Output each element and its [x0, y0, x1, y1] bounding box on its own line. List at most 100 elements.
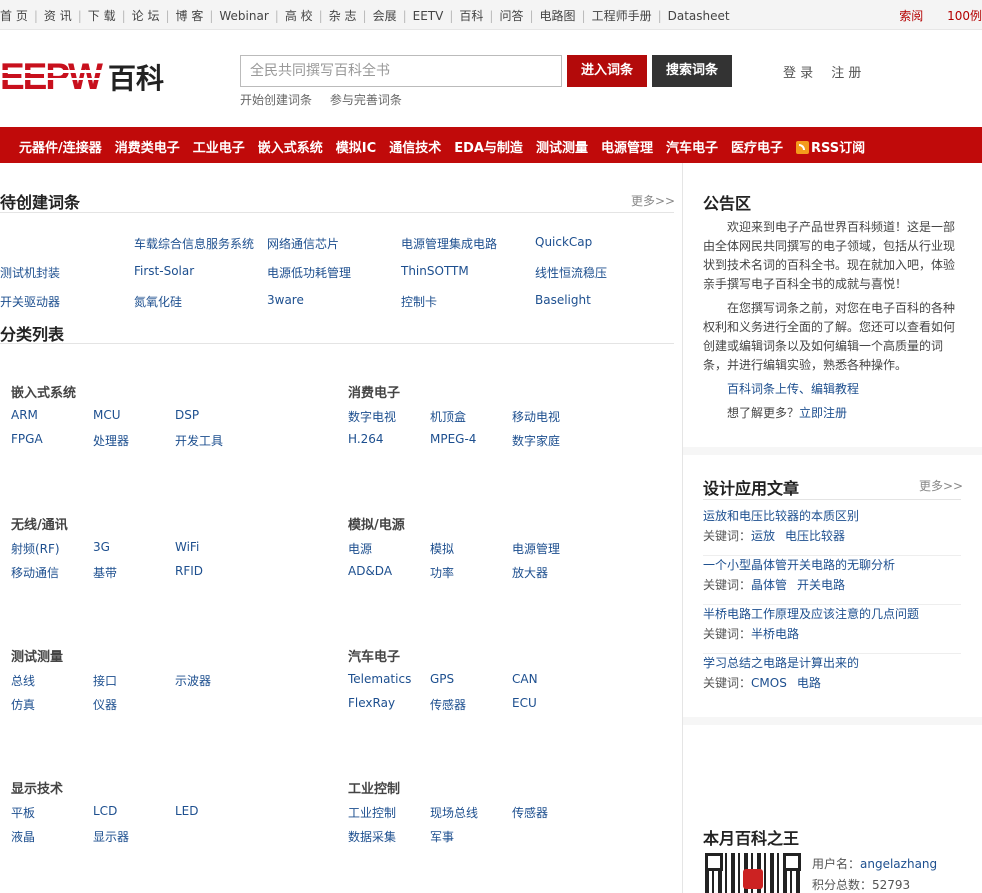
category-tag-link[interactable]: LCD	[93, 804, 117, 818]
category-tag-link[interactable]: 移动电视	[512, 408, 560, 425]
login-link[interactable]: 登 录	[783, 66, 813, 81]
search-input[interactable]	[240, 55, 562, 87]
category-tag-link[interactable]: 放大器	[512, 564, 548, 581]
category-tag-link[interactable]: AD&DA	[348, 564, 392, 578]
category-tag-link[interactable]: FPGA	[11, 432, 43, 446]
keyword-link[interactable]: 电压比较器	[785, 529, 845, 543]
category-tag-link[interactable]: 仪器	[93, 696, 117, 713]
category-tag-link[interactable]: 显示器	[93, 828, 129, 845]
articles-more-link[interactable]: 更多>>	[919, 477, 963, 494]
king-user-link[interactable]: angelazhang	[860, 857, 937, 871]
category-tag-link[interactable]: 射频(RF)	[11, 540, 60, 557]
keyword-link[interactable]: 电路	[797, 676, 821, 690]
category-tag-link[interactable]: H.264	[348, 432, 384, 446]
register-now-link[interactable]: 立即注册	[799, 406, 847, 420]
category-tag-link[interactable]: 机顶盒	[430, 408, 466, 425]
category-tag-link[interactable]: RFID	[175, 564, 203, 578]
top-nav-link[interactable]: 资 讯	[44, 9, 72, 23]
top-nav-link[interactable]: 百科	[459, 9, 483, 23]
category-link[interactable]: 嵌入式系统	[258, 141, 323, 156]
top-nav-link[interactable]: 博 客	[176, 9, 204, 23]
category-tag-link[interactable]: 3G	[93, 540, 110, 554]
top-nav-link[interactable]: 首 页	[0, 9, 28, 23]
keyword-link[interactable]: 运放	[751, 529, 775, 543]
category-tag-link[interactable]: 基带	[93, 564, 117, 581]
category-tag-link[interactable]: 工业控制	[348, 804, 396, 821]
category-tag-link[interactable]: LED	[175, 804, 199, 818]
category-tag-link[interactable]: 仿真	[11, 696, 35, 713]
pending-entry-link[interactable]: 开关驱动器	[0, 293, 60, 310]
category-tag-link[interactable]: 移动通信	[11, 564, 59, 581]
category-tag-link[interactable]: FlexRay	[348, 696, 395, 710]
category-tag-link[interactable]: 数字电视	[348, 408, 396, 425]
top-nav-link[interactable]: 会展	[373, 9, 397, 23]
category-link[interactable]: 消费类电子	[115, 141, 180, 156]
category-tag-link[interactable]: 电源管理	[512, 540, 560, 557]
top-nav-link[interactable]: Datasheet	[668, 9, 730, 23]
category-tag-link[interactable]: MPEG-4	[430, 432, 476, 446]
category-tag-link[interactable]: 传感器	[512, 804, 548, 821]
category-tag-link[interactable]: 数字家庭	[512, 432, 560, 449]
category-tag-link[interactable]: 总线	[11, 672, 35, 689]
top-nav-link-suoyue[interactable]: 索阅	[899, 9, 923, 23]
category-link[interactable]: 元器件/连接器	[19, 141, 102, 156]
category-tag-link[interactable]: WiFi	[175, 540, 199, 554]
category-link[interactable]: 汽车电子	[666, 141, 718, 156]
category-tag-link[interactable]: 开发工具	[175, 432, 223, 449]
category-tag-link[interactable]: MCU	[93, 408, 121, 422]
keyword-link[interactable]: 晶体管	[751, 578, 787, 592]
rss-subscribe-link[interactable]: RSS订阅	[796, 141, 865, 156]
category-tag-link[interactable]: 接口	[93, 672, 117, 689]
top-nav-link[interactable]: 杂 志	[329, 9, 357, 23]
category-tag-link[interactable]: 示波器	[175, 672, 211, 689]
category-tag-link[interactable]: ECU	[512, 696, 537, 710]
article-title-link[interactable]: 一个小型晶体管开关电路的无聊分析	[703, 556, 961, 576]
pending-entry-link[interactable]: 线性恒流稳压	[535, 264, 607, 281]
category-tag-link[interactable]: 军事	[430, 828, 454, 845]
category-tag-link[interactable]: 功率	[430, 564, 454, 581]
category-link[interactable]: 通信技术	[389, 141, 441, 156]
category-tag-link[interactable]: 液晶	[11, 828, 35, 845]
top-nav-link[interactable]: 工程师手册	[592, 9, 652, 23]
category-tag-link[interactable]: 模拟	[430, 540, 454, 557]
improve-entry-link[interactable]: 参与完善词条	[330, 93, 402, 107]
pending-entry-link[interactable]: Baselight	[535, 293, 591, 307]
create-entry-link[interactable]: 开始创建词条	[240, 93, 312, 107]
eepw-logo[interactable]: EEPW 百科	[0, 56, 175, 97]
pending-entry-link[interactable]: 车载综合信息服务系统	[134, 235, 254, 252]
pending-entry-link[interactable]: 测试机封装	[0, 264, 60, 281]
category-link[interactable]: 测试测量	[536, 141, 588, 156]
top-nav-link[interactable]: EETV	[413, 9, 444, 23]
category-tag-link[interactable]: ARM	[11, 408, 38, 422]
pending-more-link[interactable]: 更多>>	[631, 192, 675, 209]
category-link[interactable]: 医疗电子	[731, 141, 783, 156]
top-nav-link[interactable]: Webinar	[219, 9, 268, 23]
top-nav-link[interactable]: 电路图	[540, 9, 576, 23]
category-tag-link[interactable]: 平板	[11, 804, 35, 821]
article-title-link[interactable]: 半桥电路工作原理及应该注意的几点问题	[703, 605, 961, 625]
edit-tutorial-link[interactable]: 百科词条上传、编辑教程	[727, 380, 859, 397]
keyword-link[interactable]: CMOS	[751, 676, 787, 690]
category-link[interactable]: 工业电子	[193, 141, 245, 156]
pending-entry-link[interactable]: 控制卡	[401, 293, 437, 310]
pending-entry-link[interactable]: First-Solar	[134, 264, 194, 278]
category-tag-link[interactable]: 现场总线	[430, 804, 478, 821]
category-tag-link[interactable]: GPS	[430, 672, 454, 686]
top-nav-link[interactable]: 高 校	[285, 9, 313, 23]
pending-entry-link[interactable]: 电源低功耗管理	[267, 264, 351, 281]
category-link[interactable]: 电源管理	[601, 141, 653, 156]
category-tag-link[interactable]: DSP	[175, 408, 199, 422]
category-tag-link[interactable]: CAN	[512, 672, 538, 686]
category-link[interactable]: 模拟IC	[336, 141, 376, 156]
keyword-link[interactable]: 开关电路	[797, 578, 845, 592]
category-tag-link[interactable]: 数据采集	[348, 828, 396, 845]
pending-entry-link[interactable]: QuickCap	[535, 235, 592, 249]
pending-entry-link[interactable]: ThinSOTTM	[401, 264, 469, 278]
pending-entry-link[interactable]: 3ware	[267, 293, 304, 307]
top-nav-link-100-cases[interactable]: 100例	[947, 9, 982, 23]
register-link[interactable]: 注 册	[831, 66, 861, 81]
keyword-link[interactable]: 半桥电路	[751, 627, 799, 641]
top-nav-link[interactable]: 问答	[499, 9, 523, 23]
pending-entry-link[interactable]: 网络通信芯片	[267, 235, 339, 252]
pending-entry-link[interactable]: 电源管理集成电路	[401, 235, 497, 252]
